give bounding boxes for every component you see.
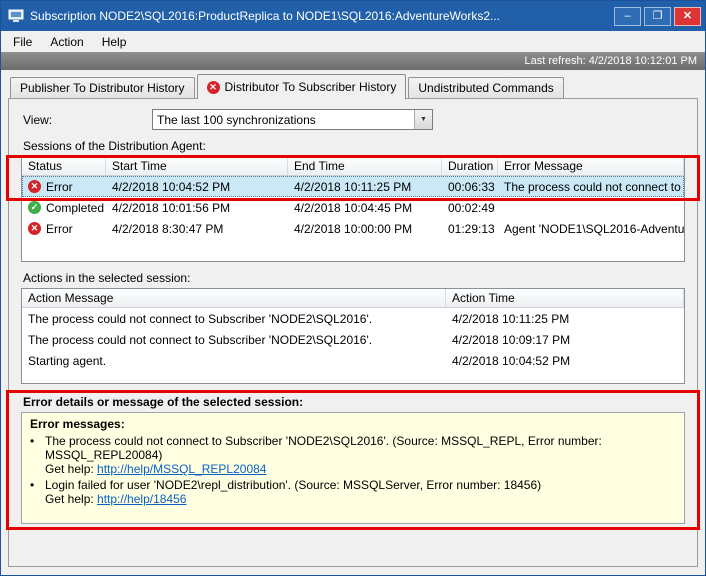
tab-strip: Publisher To Distributor History ✕ Distr… — [1, 70, 705, 98]
title-bar[interactable]: Subscription NODE2\SQL2016:ProductReplic… — [1, 1, 705, 31]
action-message: Starting agent. — [22, 354, 446, 368]
action-message: The process could not connect to Subscri… — [22, 333, 446, 347]
start-time: 4/2/2018 10:01:56 PM — [106, 201, 288, 215]
end-time: 4/2/2018 10:11:25 PM — [288, 180, 442, 194]
tab-label: Distributor To Subscriber History — [225, 80, 397, 94]
get-help-label: Get help: — [45, 492, 97, 506]
tab-label: Publisher To Distributor History — [20, 81, 185, 95]
view-dropdown[interactable]: The last 100 synchronizations ▼ — [152, 109, 433, 130]
menu-help[interactable]: Help — [93, 33, 136, 51]
col-status[interactable]: Status — [22, 157, 106, 176]
last-refresh-text: Last refresh: 4/2/2018 10:12:01 PM — [525, 55, 697, 67]
error-message-item-1: Login failed for user 'NODE2\repl_distri… — [30, 478, 676, 506]
minimize-button[interactable]: – — [614, 7, 641, 26]
help-link-18456[interactable]: http://help/18456 — [97, 492, 186, 506]
tab-error-icon: ✕ — [207, 81, 220, 94]
bullet-icon — [30, 434, 45, 476]
status-text: Completed — [46, 201, 104, 215]
start-time: 4/2/2018 8:30:47 PM — [106, 222, 288, 236]
session-row-2[interactable]: ✕ Error 4/2/2018 8:30:47 PM 4/2/2018 10:… — [22, 218, 684, 239]
error-messages-title: Error messages: — [30, 417, 676, 431]
session-row-0[interactable]: ✕ Error 4/2/2018 10:04:52 PM 4/2/2018 10… — [22, 176, 684, 197]
success-status-icon: ✓ — [28, 201, 41, 214]
app-icon — [8, 9, 24, 23]
view-label: View: — [23, 113, 152, 127]
end-time: 4/2/2018 10:00:00 PM — [288, 222, 442, 236]
tab-page-distributor-to-subscriber: View: The last 100 synchronizations ▼ Se… — [8, 98, 698, 567]
view-dropdown-value: The last 100 synchronizations — [153, 113, 414, 127]
col-start-time[interactable]: Start Time — [106, 157, 288, 176]
tab-undistributed-commands[interactable]: Undistributed Commands — [408, 77, 563, 98]
last-refresh-strip: Last refresh: 4/2/2018 10:12:01 PM — [1, 52, 705, 70]
menu-action[interactable]: Action — [41, 33, 92, 51]
window-title: Subscription NODE2\SQL2016:ProductReplic… — [30, 9, 608, 23]
col-action-message[interactable]: Action Message — [22, 289, 446, 308]
tab-distributor-to-subscriber-history[interactable]: ✕ Distributor To Subscriber History — [197, 74, 407, 99]
action-row-0[interactable]: The process could not connect to Subscri… — [22, 308, 684, 329]
actions-heading: Actions in the selected session: — [23, 271, 687, 285]
end-time: 4/2/2018 10:04:45 PM — [288, 201, 442, 215]
error-status-icon: ✕ — [28, 222, 41, 235]
session-row-1[interactable]: ✓ Completed 4/2/2018 10:01:56 PM 4/2/201… — [22, 197, 684, 218]
sessions-heading: Sessions of the Distribution Agent: — [23, 139, 687, 153]
duration: 00:02:49 — [442, 201, 498, 215]
col-duration[interactable]: Duration — [442, 157, 498, 176]
maximize-button[interactable]: ❐ — [644, 7, 671, 26]
error-message-item-0: The process could not connect to Subscri… — [30, 434, 676, 476]
tab-label: Undistributed Commands — [418, 81, 553, 95]
action-row-1[interactable]: The process could not connect to Subscri… — [22, 329, 684, 350]
view-row: View: The last 100 synchronizations ▼ — [23, 109, 689, 130]
status-text: Error — [46, 222, 73, 236]
col-end-time[interactable]: End Time — [288, 157, 442, 176]
action-time: 4/2/2018 10:04:52 PM — [446, 354, 684, 368]
error-message: Agent 'NODE1\SQL2016-Adventu... — [498, 222, 684, 236]
action-time: 4/2/2018 10:09:17 PM — [446, 333, 684, 347]
sessions-table: Status Start Time End Time Duration Erro… — [21, 156, 685, 262]
tab-publisher-to-distributor-history[interactable]: Publisher To Distributor History — [10, 77, 195, 98]
close-button[interactable]: ✕ — [674, 7, 701, 26]
menu-bar: File Action Help — [1, 31, 705, 52]
bullet-icon — [30, 478, 45, 506]
sessions-table-header: Status Start Time End Time Duration Erro… — [22, 157, 684, 176]
minimize-icon: – — [624, 11, 630, 22]
action-message: The process could not connect to Subscri… — [22, 312, 446, 326]
chevron-down-icon[interactable]: ▼ — [414, 110, 432, 129]
maximize-icon: ❐ — [653, 11, 663, 22]
actions-table: Action Message Action Time The process c… — [21, 288, 685, 384]
error-messages-box: Error messages: The process could not co… — [21, 412, 685, 524]
get-help-label: Get help: — [45, 462, 97, 476]
error-message-text: Login failed for user 'NODE2\repl_distri… — [45, 478, 541, 492]
subscription-window: Subscription NODE2\SQL2016:ProductReplic… — [0, 0, 706, 576]
start-time: 4/2/2018 10:04:52 PM — [106, 180, 288, 194]
error-message: The process could not connect to ... — [498, 180, 684, 194]
col-error-message[interactable]: Error Message — [498, 157, 684, 176]
error-message-text: The process could not connect to Subscri… — [45, 434, 676, 462]
window-controls: – ❐ ✕ — [614, 7, 701, 26]
action-time: 4/2/2018 10:11:25 PM — [446, 312, 684, 326]
error-status-icon: ✕ — [28, 180, 41, 193]
actions-table-header: Action Message Action Time — [22, 289, 684, 308]
duration: 00:06:33 — [442, 180, 498, 194]
help-link-mssql-repl20084[interactable]: http://help/MSSQL_REPL20084 — [97, 462, 266, 476]
action-row-2[interactable]: Starting agent. 4/2/2018 10:04:52 PM — [22, 350, 684, 371]
col-action-time[interactable]: Action Time — [446, 289, 684, 308]
status-text: Error — [46, 180, 73, 194]
duration: 01:29:13 — [442, 222, 498, 236]
close-icon: ✕ — [683, 11, 692, 22]
menu-file[interactable]: File — [4, 33, 41, 51]
error-details-heading: Error details or message of the selected… — [23, 395, 687, 409]
